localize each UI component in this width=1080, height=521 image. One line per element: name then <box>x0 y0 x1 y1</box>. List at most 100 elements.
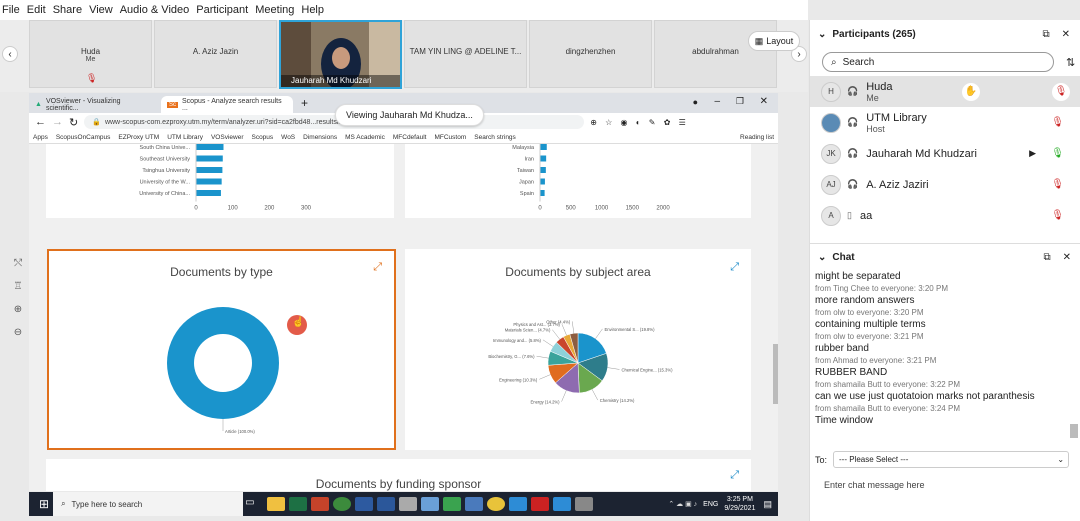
sort-icon[interactable]: ⇅ <box>1066 56 1075 69</box>
clock-date: 9/29/2021 <box>724 505 756 512</box>
menu-meeting[interactable]: Meeting <box>255 4 294 16</box>
pointer-icon[interactable]: ⤲ <box>8 258 28 269</box>
chat-scrollbar[interactable] <box>1070 424 1078 438</box>
gallery-prev-button[interactable]: ‹ <box>2 46 18 62</box>
bar-label: Japan <box>519 180 534 186</box>
slice-label: Chemical Engine... (15.3%) <box>622 367 674 372</box>
tray-icons[interactable]: ⌃ ☁ ▣ ♪ <box>668 500 697 508</box>
active-speaker-video[interactable]: Jauharah Md Khudzari <box>279 20 402 89</box>
expand-icon[interactable]: ⤢ <box>730 469 739 482</box>
bookmark-search-strings[interactable]: Search strings <box>474 134 516 141</box>
chevron-down-icon[interactable]: ⌄ <box>818 252 826 263</box>
app-icon[interactable] <box>443 497 462 511</box>
back-icon[interactable]: ← <box>35 116 46 128</box>
word-icon[interactable] <box>377 497 396 511</box>
participant-row[interactable]: 🎧 UTM Library Host 🎙 <box>810 107 1080 138</box>
video-tile-huda[interactable]: Huda Me 🎙 <box>29 20 152 88</box>
acrobat-icon[interactable] <box>531 497 550 511</box>
bookmark-scopus[interactable]: Scopus <box>251 134 273 141</box>
bookmark-reading-list[interactable]: Reading list <box>740 134 774 141</box>
browser-tab-scopus[interactable]: Sc Scopus - Analyze search results ... <box>161 96 293 113</box>
close-icon[interactable]: ✕ <box>1063 252 1071 263</box>
video-tile-dingzhenzhen[interactable]: dingzhenzhen <box>529 20 652 88</box>
app-icon[interactable] <box>399 497 418 511</box>
chat-message-meta: from olw to everyone: 3:20 PM <box>815 307 1080 319</box>
extensions-icon[interactable]: ⊕ ☆ ◉ ◐ ✎ ✿ ☰ <box>590 118 689 127</box>
reload-icon[interactable]: ↻ <box>69 116 78 129</box>
app-icon[interactable] <box>487 497 506 511</box>
headphone-icon: 🎧 <box>847 117 859 127</box>
recipient-select[interactable]: --- Please Select --- ⌄ <box>833 451 1070 468</box>
menu-file[interactable]: File <box>2 4 20 16</box>
zoom-out-icon[interactable]: ⊖ <box>8 327 28 338</box>
popout-icon[interactable]: ⧉ <box>1042 29 1049 40</box>
participant-search-input[interactable]: ⌕ Search <box>822 52 1054 72</box>
chat-from: from olw to everyone: <box>815 332 892 341</box>
participant-row[interactable]: A ▯ aa 🎙 <box>810 200 1080 231</box>
excel-icon[interactable] <box>289 497 308 511</box>
page-scrollbar[interactable] <box>773 344 778 404</box>
close-icon[interactable]: ✕ <box>760 96 768 107</box>
expand-icon[interactable]: ⤢ <box>373 261 382 274</box>
popout-icon[interactable]: ⧉ <box>1043 252 1050 263</box>
menu-edit[interactable]: Edit <box>27 4 46 16</box>
slice-label: Energy (14.2%) <box>530 400 560 405</box>
bookmark-ezproxy[interactable]: EZProxy UTM <box>118 134 159 141</box>
bookmark-utm-library[interactable]: UTM Library <box>167 134 203 141</box>
maximize-icon[interactable]: ❐ <box>736 96 744 107</box>
new-tab-button[interactable]: + <box>301 96 308 110</box>
bookmarks-bar: Apps ScopusOnCampus EZProxy UTM UTM Libr… <box>29 131 778 144</box>
chat-message-input[interactable]: Enter chat message here <box>824 480 925 490</box>
chart-title: Documents by funding sponsor <box>315 477 482 491</box>
bookmark-vosviewer[interactable]: VOSviewer <box>211 134 244 141</box>
video-tile-tam[interactable]: TAM YIN LING @ ADELINE T... <box>404 20 527 88</box>
menu-participant[interactable]: Participant <box>196 4 248 16</box>
language-indicator[interactable]: ENG <box>703 501 718 508</box>
layout-button[interactable]: ▦ Layout <box>748 31 800 51</box>
stamp-icon[interactable]: ♖ <box>8 281 28 292</box>
forward-icon[interactable]: → <box>52 116 63 128</box>
task-view-icon[interactable]: ▭ <box>245 497 263 511</box>
app-icon[interactable] <box>465 497 484 511</box>
participant-row[interactable]: H 🎧 Huda Me ✋ 🎙 <box>810 76 1080 107</box>
leader-line <box>571 321 575 334</box>
bookmark-apps[interactable]: Apps <box>33 134 48 141</box>
webex-icon[interactable] <box>509 497 528 511</box>
windows-start-icon[interactable]: ⊞ <box>39 497 49 511</box>
menu-share[interactable]: Share <box>53 4 82 16</box>
en-icon[interactable] <box>355 497 374 511</box>
notification-icon[interactable]: ▤ <box>763 499 772 510</box>
menu-help[interactable]: Help <box>301 4 324 16</box>
app-icon[interactable] <box>575 497 594 511</box>
expand-icon[interactable]: ⤢ <box>730 261 739 274</box>
bookmark-wos[interactable]: WoS <box>281 134 295 141</box>
chevron-down-icon[interactable]: ⌄ <box>818 29 826 40</box>
bookmark-mfcustom[interactable]: MFCustom <box>434 134 466 141</box>
participant-row[interactable]: AJ 🎧 A. Aziz Jaziri 🎙 <box>810 169 1080 200</box>
app-icon[interactable] <box>421 497 440 511</box>
powerpoint-icon[interactable] <box>311 497 330 511</box>
minimize-icon[interactable]: – <box>714 96 720 107</box>
app-icon[interactable] <box>553 497 572 511</box>
shared-screen-browser: ▲ VOSviewer - Visualizing scientific... … <box>29 93 778 491</box>
documents-by-funding-card: Documents by funding sponsor ⤢ <box>46 459 751 491</box>
chat-message-text: can we use just quotatoion marks not par… <box>815 391 1035 402</box>
mic-muted-icon[interactable]: 🎙 <box>1052 82 1070 101</box>
video-tile-aziz[interactable]: A. Aziz Jazin <box>154 20 277 88</box>
bookmark-ms-academic[interactable]: MS Academic <box>345 134 385 141</box>
file-explorer-icon[interactable] <box>267 497 286 511</box>
menu-audio-video[interactable]: Audio & Video <box>120 4 190 16</box>
raise-hand-icon[interactable]: ✋ <box>962 82 980 101</box>
participants-header: ⌄ Participants (265) ⧉ ✕ <box>810 20 1080 48</box>
bookmark-dimensions[interactable]: Dimensions <box>303 134 337 141</box>
bookmark-scopusoncampus[interactable]: ScopusOnCampus <box>56 134 111 141</box>
browser-tab-vosviewer[interactable]: ▲ VOSviewer - Visualizing scientific... <box>29 96 161 113</box>
bookmark-mfcdefault[interactable]: MFCdefault <box>393 134 427 141</box>
chrome-icon[interactable] <box>333 497 352 511</box>
close-icon[interactable]: ✕ <box>1062 29 1070 40</box>
participant-row[interactable]: JK 🎧 Jauharah Md Khudzari ▶ 🎙 <box>810 138 1080 169</box>
menu-view[interactable]: View <box>89 4 113 16</box>
clock[interactable]: 3:25 PM 9/29/2021 <box>724 495 755 513</box>
taskbar-search[interactable]: ⌕ Type here to search <box>53 492 244 516</box>
zoom-in-icon[interactable]: ⊕ <box>8 304 28 315</box>
